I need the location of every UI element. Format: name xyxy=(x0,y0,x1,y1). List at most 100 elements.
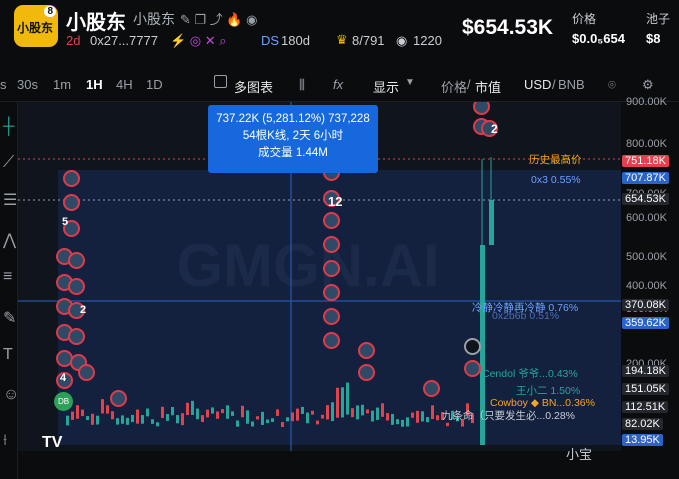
holder-avatar[interactable] xyxy=(78,364,95,381)
settings-icon[interactable]: ⚙ xyxy=(642,77,654,93)
candle xyxy=(161,406,164,418)
candle xyxy=(431,405,434,420)
drawing-tools: ┼ ⟋ ☰ ⋀ ≡ ✎ T ☺ ⟊ xyxy=(0,102,19,479)
price-tag: 370.08K xyxy=(622,299,669,311)
timeframe-1D[interactable]: 1D xyxy=(146,77,163,92)
mcap-toggle[interactable]: 市值 xyxy=(475,77,501,96)
candle xyxy=(406,417,409,427)
holder-avatar[interactable] xyxy=(63,170,80,187)
holder-avatar[interactable] xyxy=(323,236,340,253)
candle xyxy=(151,419,154,424)
candle xyxy=(361,404,364,416)
crosshair-icon[interactable]: ┼ xyxy=(3,118,14,136)
candle xyxy=(301,406,304,414)
candle xyxy=(396,419,399,425)
candle xyxy=(71,411,74,420)
timeframe-1m[interactable]: 1m xyxy=(53,77,71,92)
candle xyxy=(341,387,344,418)
candle xyxy=(101,399,104,414)
candle xyxy=(331,402,334,422)
price-tag: 194.18K xyxy=(622,365,669,377)
holder-avatar[interactable] xyxy=(110,390,127,407)
candle xyxy=(446,422,449,427)
ds-age: 180d xyxy=(281,33,310,48)
price-toggle[interactable]: 价格 xyxy=(441,77,467,96)
holder-avatar[interactable] xyxy=(68,252,85,269)
candle xyxy=(216,411,219,419)
price-axis[interactable]: 900.00K800.00K700.00K600.00K500.00K400.0… xyxy=(621,96,679,451)
candle xyxy=(281,422,284,427)
timeframe-1H[interactable]: 1H xyxy=(86,77,103,92)
candle xyxy=(236,420,239,427)
emoji-icon[interactable]: ☺ xyxy=(3,386,19,404)
multi-chart-label[interactable]: 多图表 xyxy=(234,77,273,96)
tooltip-bars: 54根K线, 2天 6小时 xyxy=(242,130,344,142)
quote-usd[interactable]: USD xyxy=(524,77,551,92)
holder-avatar[interactable] xyxy=(423,380,440,397)
tooltip-volume: 成交量 1.44M xyxy=(258,147,328,159)
candle-icon[interactable]: ⫼ xyxy=(299,77,305,93)
price-tag: 654.53K xyxy=(622,193,669,205)
holder-avatar[interactable] xyxy=(63,194,80,211)
candle xyxy=(176,415,179,424)
measure-icon[interactable]: ≡ xyxy=(3,268,12,286)
token-header: 小股东 8 小股东 小股东 ✎ ❐ ⤴ 🔥 ◉ 2d 0x27...7777 ⚡… xyxy=(0,0,679,64)
dev-badge[interactable]: DB xyxy=(54,392,73,411)
quote-bnb[interactable]: BNB xyxy=(558,77,585,92)
price-tag: 82.02K xyxy=(622,418,663,430)
holder-avatar[interactable] xyxy=(464,338,481,355)
holder-avatar[interactable] xyxy=(68,328,85,345)
indicator-icon[interactable]: fx xyxy=(333,77,343,92)
holder-avatar[interactable] xyxy=(323,308,340,325)
price-tag: 13.95K xyxy=(622,434,663,446)
trendline-icon[interactable]: ⟋ xyxy=(3,154,14,172)
axis-tick: 800.00K xyxy=(626,138,667,150)
candle xyxy=(156,422,159,427)
candle xyxy=(181,413,184,426)
holder-label: 0x2b6b 0.51% xyxy=(492,310,560,322)
brush-icon[interactable]: ✎ xyxy=(3,308,16,328)
fib-icon[interactable]: ☰ xyxy=(3,190,17,210)
price-tag: 151.05K xyxy=(622,383,669,395)
candle xyxy=(131,414,134,423)
token-address[interactable]: 0x27...7777 xyxy=(90,33,158,48)
holder-avatar[interactable] xyxy=(68,278,85,295)
holder-avatar[interactable] xyxy=(323,212,340,229)
watermark-credit: 小宝 xyxy=(566,447,593,462)
divider: / xyxy=(467,77,471,92)
timeframe-30s[interactable]: 30s xyxy=(17,77,38,92)
multi-chart-checkbox[interactable] xyxy=(214,75,227,88)
candle xyxy=(211,407,214,414)
price-tag: 359.62K xyxy=(622,317,669,329)
camera-icon[interactable]: ⌾ xyxy=(608,77,616,93)
ruler-icon[interactable]: ⟊ xyxy=(3,432,7,450)
chevron-down-icon[interactable]: ▼ xyxy=(405,77,415,88)
interval-icon[interactable]: s xyxy=(0,77,7,92)
social-icons[interactable]: ⚡ ◎ ✕ ⌕ xyxy=(170,33,227,49)
views-count: 1220 xyxy=(413,33,442,48)
holder-avatar[interactable] xyxy=(323,284,340,301)
candle xyxy=(86,416,89,421)
candle xyxy=(81,409,84,417)
candle xyxy=(191,400,194,415)
text-icon[interactable]: T xyxy=(3,346,13,364)
holder-avatar[interactable] xyxy=(464,360,481,377)
candle xyxy=(291,412,294,422)
holder-avatar[interactable] xyxy=(323,332,340,349)
pattern-icon[interactable]: ⋀ xyxy=(3,230,16,250)
display-menu[interactable]: 显示 xyxy=(373,77,399,96)
candle xyxy=(261,411,264,425)
candle xyxy=(111,411,114,420)
edit-icon[interactable]: ✎ ❐ ⤴ 🔥 ◉ xyxy=(180,9,258,28)
holder-avatar[interactable] xyxy=(358,364,375,381)
count-badge: 5 xyxy=(62,216,69,228)
holder-avatar[interactable] xyxy=(358,342,375,359)
candle xyxy=(116,418,119,425)
candle-pump-2 xyxy=(489,200,494,245)
candle xyxy=(231,411,234,416)
count-badge: 2 xyxy=(491,122,498,136)
axis-tick: 400.00K xyxy=(626,280,667,292)
candle xyxy=(411,412,414,418)
timeframe-4H[interactable]: 4H xyxy=(116,77,133,92)
holder-avatar[interactable] xyxy=(323,260,340,277)
